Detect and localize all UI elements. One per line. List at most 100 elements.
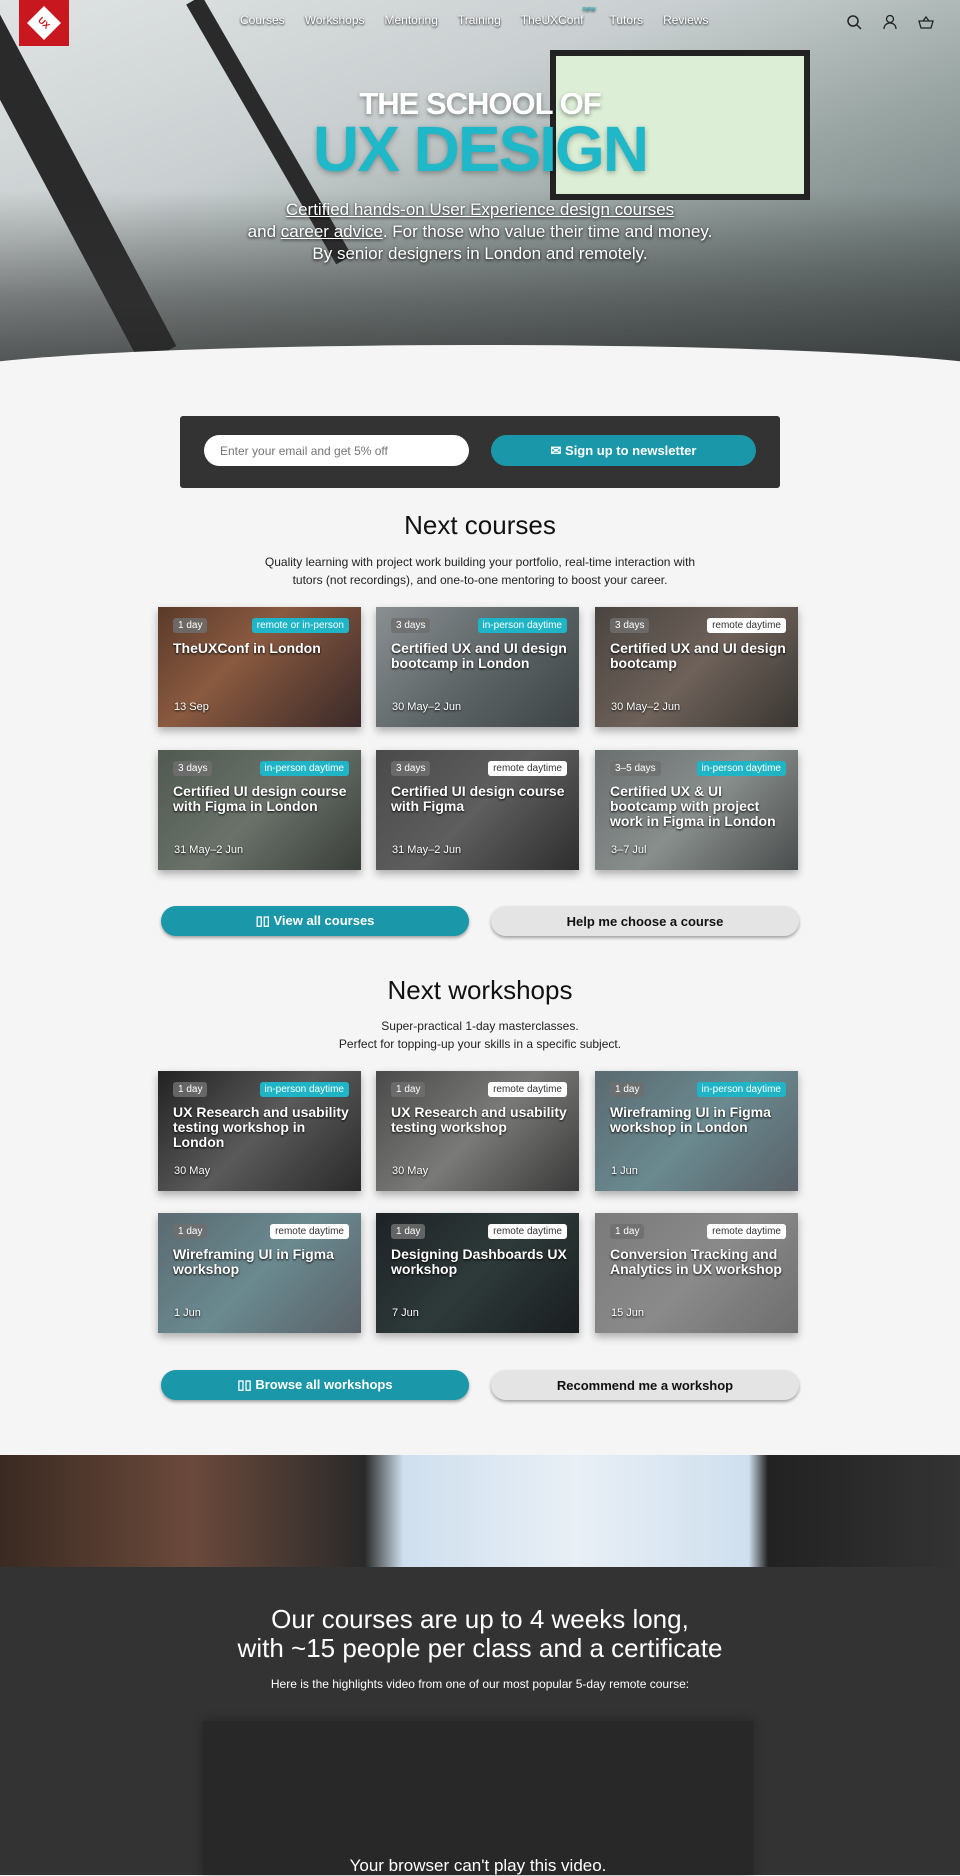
duration-badge: 3 days <box>391 761 431 776</box>
duration-badge: 1 day <box>391 1224 426 1239</box>
card-title: Conversion Tracking and Analytics in UX … <box>610 1246 782 1277</box>
card-title: Wireframing UI in Figma workshop <box>173 1246 334 1277</box>
new-badge: new <box>582 6 596 13</box>
duration-badge: 1 day <box>391 1082 426 1097</box>
hero-line3: By senior designers in London and remote… <box>312 244 648 263</box>
card-date: 1 Jun <box>174 1307 201 1319</box>
nav-mentoring[interactable]: Mentoring <box>385 13 438 27</box>
nav-training[interactable]: Training <box>458 13 501 27</box>
newsletter-box: ✉ Sign up to newsletter <box>180 416 780 488</box>
nav-tutors[interactable]: Tutors <box>610 13 644 27</box>
workshop-card[interactable]: 1 day remote daytime UX Research and usa… <box>376 1071 579 1191</box>
card-date: 31 May–2 Jun <box>174 844 244 856</box>
card-date: 7 Jun <box>392 1307 419 1319</box>
course-card[interactable]: 1 day remote or in-person TheUXConf in L… <box>158 607 361 727</box>
logo[interactable]: UX <box>19 0 69 46</box>
mode-badge: remote daytime <box>488 1224 567 1239</box>
card-title: Designing Dashboards UX workshop <box>391 1246 567 1277</box>
card-title: Certified UI design course with Figma <box>391 783 565 814</box>
workshops-title: Next workshops <box>387 975 573 1005</box>
duration-badge: 3 days <box>610 618 650 633</box>
recommend-workshop-button[interactable]: Recommend me a workshop <box>491 1370 799 1400</box>
subtitle-line: tutors (not recordings), and one-to-one … <box>292 573 668 587</box>
workshop-card[interactable]: 1 day remote daytime Designing Dashboard… <box>376 1213 579 1333</box>
courses-subtitle: Quality learning with project work build… <box>0 553 960 589</box>
mode-badge: remote daytime <box>488 761 567 776</box>
hero-text: and <box>247 222 277 241</box>
card-date: 15 Jun <box>611 1307 645 1319</box>
newsletter-signup-button[interactable]: ✉ Sign up to newsletter <box>491 435 756 466</box>
basket-icon[interactable] <box>918 14 934 30</box>
highlights-subtitle: Here is the highlights video from one of… <box>270 1677 690 1691</box>
card-title: Certified UI design course with Figma in… <box>173 783 347 814</box>
workshop-card[interactable]: 1 day remote daytime Conversion Tracking… <box>595 1213 798 1333</box>
highlights-title: Our courses are up to 4 weeks long, with … <box>0 1605 960 1663</box>
course-card[interactable]: 3 days remote daytime Certified UX and U… <box>595 607 798 727</box>
subtitle-line: Quality learning with project work build… <box>264 555 696 569</box>
card-title: Certified UX and UI design bootcamp <box>610 640 786 671</box>
mode-badge: remote daytime <box>270 1224 349 1239</box>
card-date: 30 May <box>392 1165 429 1177</box>
logo-mark: UX <box>27 6 61 40</box>
mode-badge: remote daytime <box>707 618 786 633</box>
title-line: Our courses are up to 4 weeks long, <box>271 1604 689 1634</box>
laptop-photo-band <box>0 1455 960 1567</box>
mode-badge: in-person daytime <box>696 1082 786 1097</box>
duration-badge: 3–5 days <box>610 761 661 776</box>
card-title: UX Research and usability testing worksh… <box>173 1104 349 1150</box>
card-date: 13 Sep <box>174 701 209 713</box>
course-card[interactable]: 3–5 days in-person daytime Certified UX … <box>595 750 798 870</box>
hero-line1[interactable]: Certified hands-on User Experience desig… <box>286 200 674 219</box>
nav-label: TheUXConf <box>520 13 584 27</box>
mode-badge: remote or in-person <box>251 618 349 633</box>
title-line: with ~15 people per class and a certific… <box>237 1633 723 1663</box>
duration-badge: 1 day <box>173 1082 208 1097</box>
workshops-subtitle: Super-practical 1-day masterclasses. Perf… <box>0 1017 960 1053</box>
view-all-courses-button[interactable]: ▯▯ View all courses <box>161 906 469 936</box>
video-fallback-text: Your browser can't play this video. <box>349 1856 607 1875</box>
header-icons <box>846 14 934 30</box>
card-title: Certified UX and UI design bootcamp in L… <box>391 640 567 671</box>
card-date: 31 May–2 Jun <box>392 844 462 856</box>
browse-all-workshops-button[interactable]: ▯▯ Browse all workshops <box>161 1370 469 1400</box>
courses-title: Next courses <box>404 510 556 540</box>
mode-badge: in-person daytime <box>696 761 786 776</box>
course-card[interactable]: 3 days in-person daytime Certified UX an… <box>376 607 579 727</box>
duration-badge: 3 days <box>173 761 213 776</box>
workshop-card[interactable]: 1 day in-person daytime UX Research and … <box>158 1071 361 1191</box>
mode-badge: remote daytime <box>707 1224 786 1239</box>
search-icon[interactable] <box>846 14 862 30</box>
card-date: 30 May–2 Jun <box>611 701 681 713</box>
card-title: Certified UX & UI bootcamp with project … <box>610 783 776 829</box>
help-choose-course-button[interactable]: Help me choose a course <box>491 906 799 936</box>
mode-badge: in-person daytime <box>259 761 349 776</box>
workshop-card[interactable]: 1 day in-person daytime Wireframing UI i… <box>595 1071 798 1191</box>
career-advice-link[interactable]: career advice <box>281 222 383 241</box>
highlights-video[interactable]: Your browser can't play this video. <box>203 1721 753 1875</box>
hero-subtitle: Certified hands-on User Experience desig… <box>0 199 960 265</box>
card-title: TheUXConf in London <box>173 640 321 656</box>
nav-reviews[interactable]: Reviews <box>663 13 708 27</box>
duration-badge: 3 days <box>391 618 431 633</box>
hero-text: . For those who value their time and mon… <box>382 222 713 241</box>
email-input[interactable] <box>204 435 469 466</box>
card-date: 30 May <box>174 1165 211 1177</box>
card-title: UX Research and usability testing worksh… <box>391 1104 567 1135</box>
workshop-card[interactable]: 1 day remote daytime Wireframing UI in F… <box>158 1213 361 1333</box>
duration-badge: 1 day <box>173 1224 208 1239</box>
subtitle-line: Perfect for topping-up your skills in a … <box>338 1037 622 1051</box>
course-card[interactable]: 3 days in-person daytime Certified UI de… <box>158 750 361 870</box>
card-title: Wireframing UI in Figma workshop in Lond… <box>610 1104 771 1135</box>
mode-badge: remote daytime <box>488 1082 567 1097</box>
card-date: 30 May–2 Jun <box>392 701 462 713</box>
course-card[interactable]: 3 days remote daytime Certified UI desig… <box>376 750 579 870</box>
duration-badge: 1 day <box>173 618 208 633</box>
nav-courses[interactable]: Courses <box>240 13 285 27</box>
hero: THE SCHOOL OF UX DESIGN Certified hands-… <box>0 0 960 370</box>
nav-workshops[interactable]: Workshops <box>305 13 365 27</box>
mode-badge: in-person daytime <box>477 618 567 633</box>
user-icon[interactable] <box>882 14 898 30</box>
mode-badge: in-person daytime <box>259 1082 349 1097</box>
main-nav: Courses Workshops Mentoring Training The… <box>240 6 708 27</box>
nav-theuxconf[interactable]: TheUXConf new <box>520 6 596 27</box>
